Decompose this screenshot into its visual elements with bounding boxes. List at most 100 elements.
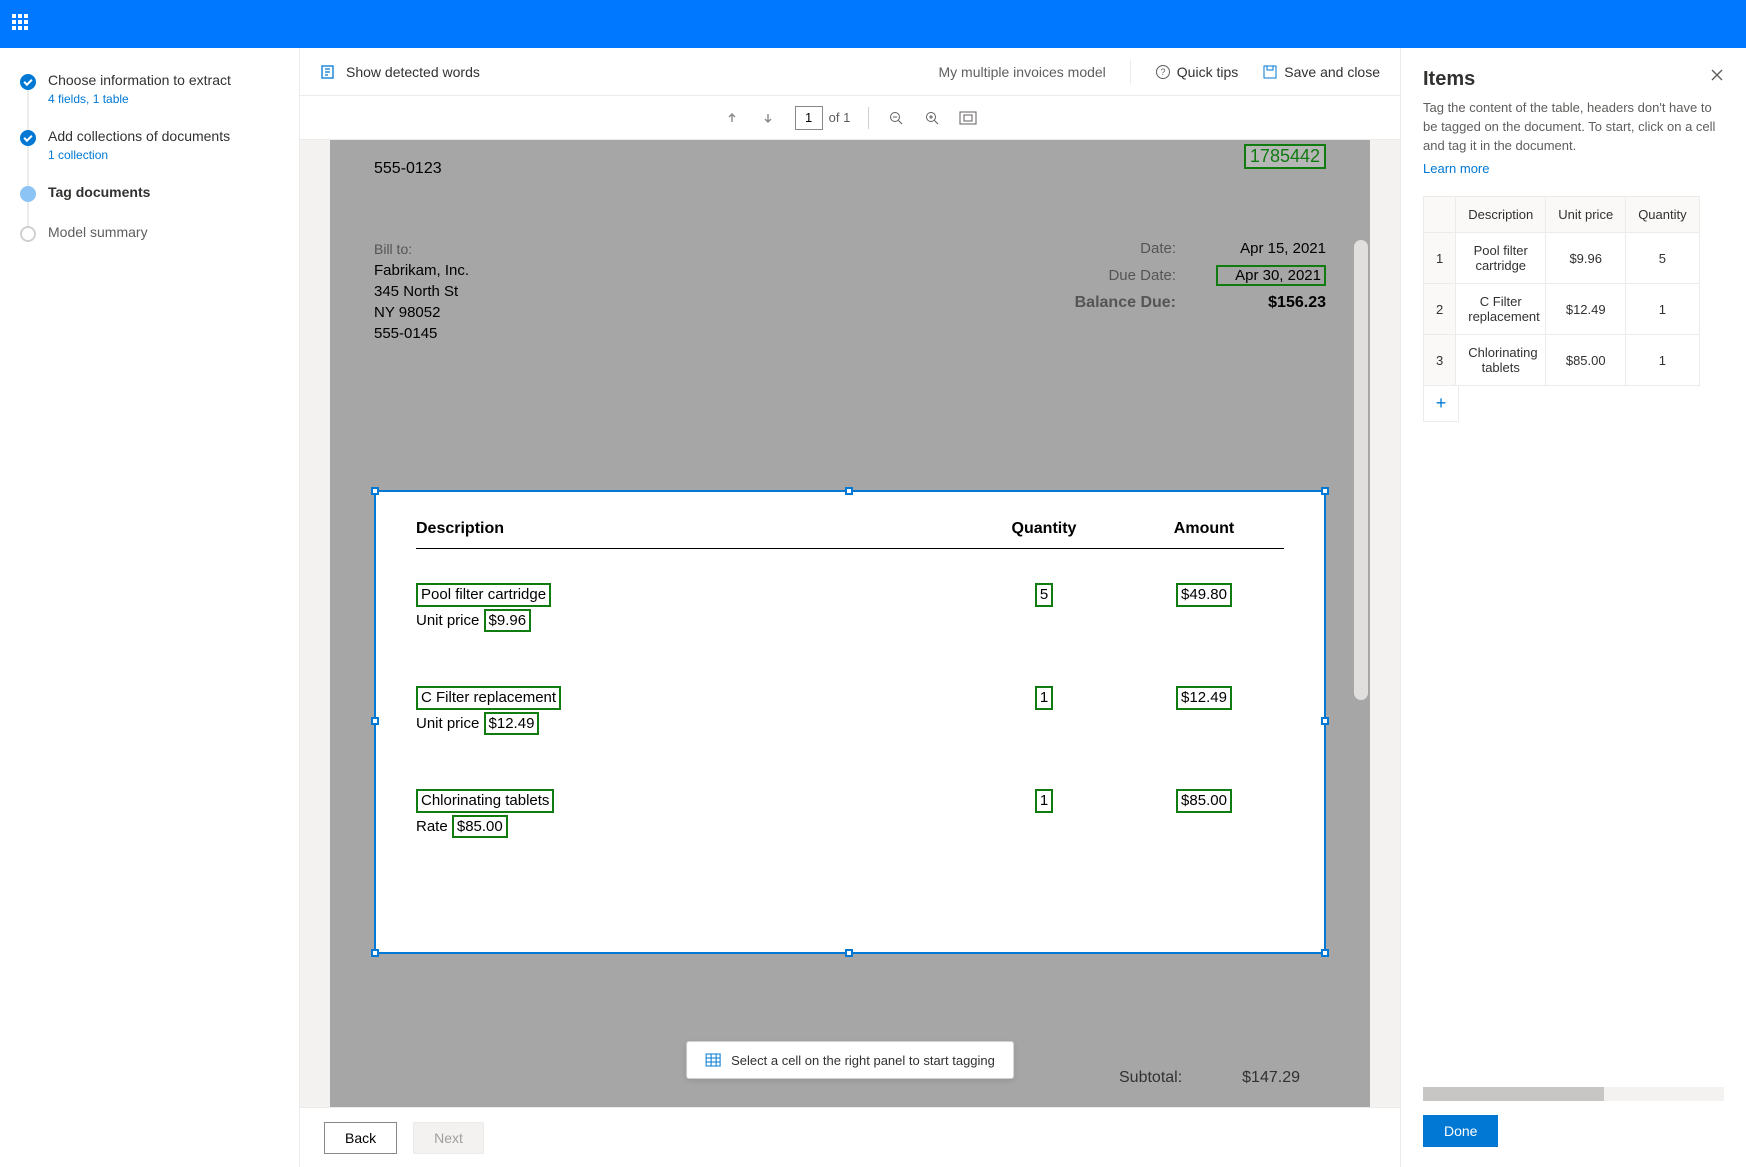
tagging-hint: Select a cell on the right panel to star… <box>686 1041 1014 1079</box>
step-title: Choose information to extract <box>48 72 231 88</box>
resize-handle[interactable] <box>371 717 379 725</box>
main-layout: Choose information to extract 4 fields, … <box>0 48 1746 1167</box>
step-add-collections[interactable]: Add collections of documents 1 collectio… <box>20 128 279 162</box>
cell-unit-price[interactable]: $9.96 <box>1546 233 1626 284</box>
items-data-table: Description Unit price Quantity 1 Pool f… <box>1423 196 1700 386</box>
bill-to-label: Bill to: <box>374 240 469 260</box>
back-button[interactable]: Back <box>324 1122 397 1154</box>
cell-description[interactable]: C Filter replacement <box>1456 284 1546 335</box>
step-model-summary[interactable]: Model summary <box>20 224 279 242</box>
done-button[interactable]: Done <box>1423 1115 1498 1147</box>
close-panel-button[interactable] <box>1710 68 1724 82</box>
resize-handle[interactable] <box>1321 949 1329 957</box>
item-amount-tag[interactable]: $85.00 <box>1176 789 1232 813</box>
item-description-tag[interactable]: Pool filter cartridge <box>416 583 551 607</box>
resize-handle[interactable] <box>371 487 379 495</box>
cell-description[interactable]: Chlorinating tablets <box>1456 335 1546 386</box>
step-subtitle: 4 fields, 1 table <box>48 92 231 106</box>
document-toolbar: of 1 <box>300 96 1400 140</box>
vertical-scrollbar[interactable] <box>1354 240 1368 700</box>
item-qty-tag[interactable]: 5 <box>1035 583 1053 607</box>
step-subtitle: 1 collection <box>48 148 230 162</box>
pending-step-icon <box>20 226 36 242</box>
cell-unit-price[interactable]: $85.00 <box>1546 335 1626 386</box>
current-step-icon <box>20 186 36 202</box>
document-viewer[interactable]: 555-0123 1785442 Bill to: Fabrikam, Inc.… <box>300 140 1400 1107</box>
cell-unit-price[interactable]: $12.49 <box>1546 284 1626 335</box>
header-rule <box>416 548 1284 549</box>
show-detected-words-label: Show detected words <box>346 64 480 80</box>
resize-handle[interactable] <box>1321 717 1329 725</box>
due-date-label: Due Date: <box>1076 267 1176 284</box>
prev-page-button[interactable] <box>723 109 741 127</box>
col-header-description[interactable]: Description <box>1456 197 1546 233</box>
items-panel: Items Tag the content of the table, head… <box>1400 48 1746 1167</box>
item-description-tag[interactable]: C Filter replacement <box>416 686 561 710</box>
table-icon <box>705 1052 721 1068</box>
next-page-button[interactable] <box>759 109 777 127</box>
cell-quantity[interactable]: 1 <box>1626 284 1699 335</box>
item-subprice-tag[interactable]: $85.00 <box>452 815 508 839</box>
cell-quantity[interactable]: 5 <box>1626 233 1699 284</box>
item-subprice-tag[interactable]: $9.96 <box>484 609 532 633</box>
subtotal-value: $147.29 <box>1242 1069 1300 1087</box>
items-table-selection[interactable]: Description Quantity Amount Pool filter … <box>374 490 1326 954</box>
learn-more-link[interactable]: Learn more <box>1423 160 1489 179</box>
zoom-in-button[interactable] <box>923 109 941 127</box>
invoice-number-tag[interactable]: 1785442 <box>1244 144 1326 169</box>
panel-description: Tag the content of the table, headers do… <box>1423 100 1715 153</box>
steps-sidebar: Choose information to extract 4 fields, … <box>0 48 300 1167</box>
svg-text:?: ? <box>1160 67 1165 77</box>
quick-tips-button[interactable]: ? Quick tips <box>1155 64 1238 80</box>
header-description: Description <box>416 520 964 538</box>
wizard-footer: Back Next <box>300 1107 1400 1167</box>
step-tag-documents[interactable]: Tag documents <box>20 184 279 202</box>
item-subprice-tag[interactable]: $12.49 <box>484 712 540 736</box>
step-title: Add collections of documents <box>48 128 230 144</box>
item-qty-tag[interactable]: 1 <box>1035 686 1053 710</box>
scrollbar-thumb[interactable] <box>1423 1087 1604 1101</box>
cell-quantity[interactable]: 1 <box>1626 335 1699 386</box>
step-title: Tag documents <box>48 184 150 200</box>
next-button: Next <box>413 1122 484 1154</box>
resize-handle[interactable] <box>1321 487 1329 495</box>
center-column: Show detected words My multiple invoices… <box>300 48 1400 1167</box>
resize-handle[interactable] <box>371 949 379 957</box>
save-and-close-label: Save and close <box>1284 64 1380 80</box>
page-number-input[interactable] <box>795 106 823 130</box>
step-choose-info[interactable]: Choose information to extract 4 fields, … <box>20 72 279 106</box>
check-icon <box>20 130 36 146</box>
horizontal-scrollbar[interactable] <box>1423 1087 1724 1101</box>
resize-handle[interactable] <box>845 949 853 957</box>
model-name-label: My multiple invoices model <box>939 64 1106 80</box>
col-header-quantity[interactable]: Quantity <box>1626 197 1699 233</box>
step-title: Model summary <box>48 224 148 240</box>
quick-tips-label: Quick tips <box>1177 64 1238 80</box>
item-description-tag[interactable]: Chlorinating tablets <box>416 789 554 813</box>
date-value: Apr 15, 2021 <box>1216 240 1326 257</box>
fit-to-screen-button[interactable] <box>959 109 977 127</box>
add-row-button[interactable]: + <box>1423 386 1459 422</box>
item-amount-tag[interactable]: $49.80 <box>1176 583 1232 607</box>
row-number-cell: 3 <box>1424 335 1456 386</box>
zoom-out-button[interactable] <box>887 109 905 127</box>
item-sub-label: Rate <box>416 818 448 835</box>
check-icon <box>20 74 36 90</box>
panel-table-wrapper: Description Unit price Quantity 1 Pool f… <box>1423 196 1746 1079</box>
table-row: 1 Pool filter cartridge $9.96 5 <box>1424 233 1700 284</box>
due-date-tag[interactable]: Apr 30, 2021 <box>1216 265 1326 286</box>
col-header-unit-price[interactable]: Unit price <box>1546 197 1626 233</box>
item-amount-tag[interactable]: $12.49 <box>1176 686 1232 710</box>
global-topbar <box>0 0 1746 48</box>
item-qty-tag[interactable]: 1 <box>1035 789 1053 813</box>
toolbar-divider <box>868 107 869 129</box>
resize-handle[interactable] <box>845 487 853 495</box>
header-quantity: Quantity <box>964 520 1124 538</box>
show-detected-words-toggle[interactable]: Show detected words <box>320 63 480 81</box>
center-toolbar: Show detected words My multiple invoices… <box>300 48 1400 96</box>
table-row: 2 C Filter replacement $12.49 1 <box>1424 284 1700 335</box>
app-launcher-icon[interactable] <box>12 14 32 34</box>
cell-description[interactable]: Pool filter cartridge <box>1456 233 1546 284</box>
panel-title: Items <box>1423 68 1475 91</box>
save-and-close-button[interactable]: Save and close <box>1262 64 1380 80</box>
